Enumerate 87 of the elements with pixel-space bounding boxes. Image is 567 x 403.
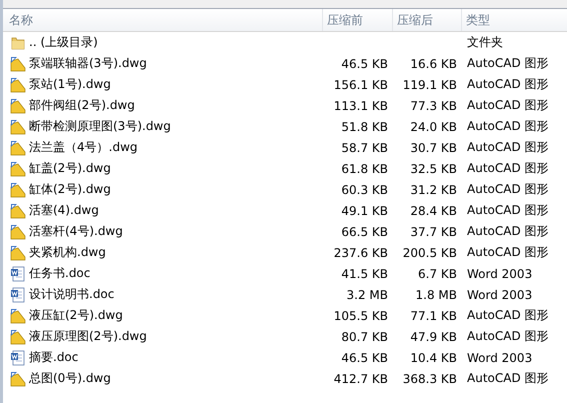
file-type: AutoCAD 图形	[466, 244, 550, 261]
file-type: AutoCAD 图形	[466, 370, 550, 387]
size-before: 60.3 KB	[340, 182, 389, 196]
drawing-file-icon	[10, 244, 26, 260]
size-after: 200.5 KB	[402, 246, 458, 260]
file-name[interactable]: 法兰盖（4号）.dwg	[29, 139, 138, 156]
folder-icon	[10, 34, 26, 50]
file-name[interactable]: 液压原理图(2号).dwg	[29, 328, 147, 345]
word-document-icon	[10, 286, 26, 302]
file-type: AutoCAD 图形	[466, 55, 550, 72]
file-name[interactable]: 活塞杆(4号).dwg	[29, 223, 123, 240]
drawing-file-icon	[10, 76, 26, 92]
file-name[interactable]: 摘要.doc	[29, 349, 78, 366]
size-before: 51.8 KB	[340, 120, 389, 134]
word-document-icon	[10, 350, 26, 366]
drawing-file-icon	[10, 140, 26, 156]
file-name[interactable]: 缸盖(2号).dwg	[29, 160, 111, 177]
size-before: 105.5 KB	[332, 308, 389, 322]
size-after: 119.1 KB	[402, 78, 458, 92]
drawing-file-icon	[10, 370, 26, 386]
file-name[interactable]: 缸体(2号).dwg	[29, 181, 111, 198]
size-before: 41.5 KB	[340, 266, 389, 280]
drawing-file-icon	[10, 98, 26, 114]
drawing-file-icon	[10, 56, 26, 72]
file-type: AutoCAD 图形	[466, 223, 550, 240]
file-type: Word 2003	[466, 266, 534, 280]
size-before: 66.5 KB	[340, 224, 389, 238]
file-type: Word 2003	[466, 288, 534, 302]
file-type: AutoCAD 图形	[466, 160, 550, 177]
file-name[interactable]: 部件阀组(2号).dwg	[29, 97, 135, 114]
size-after: 37.7 KB	[409, 224, 458, 238]
size-before: 46.5 KB	[340, 350, 389, 364]
size-after: 24.0 KB	[409, 120, 458, 134]
column-header[interactable]: 压缩前	[322, 9, 392, 31]
file-type: 文件夹	[466, 34, 504, 51]
file-name[interactable]: 总图(0号).dwg	[29, 370, 111, 387]
size-after: 1.8 MB	[414, 288, 458, 302]
file-type: AutoCAD 图形	[466, 97, 550, 114]
size-after: 6.7 KB	[417, 266, 458, 280]
file-name[interactable]: 夹紧机构.dwg	[29, 244, 106, 261]
size-before: 80.7 KB	[340, 330, 389, 344]
size-before: 58.7 KB	[340, 140, 389, 154]
file-type: Word 2003	[466, 350, 534, 364]
size-after: 77.1 KB	[409, 308, 458, 322]
size-after: 77.3 KB	[409, 98, 458, 112]
drawing-file-icon	[10, 224, 26, 240]
size-after: 31.2 KB	[409, 182, 458, 196]
size-after: 30.7 KB	[409, 140, 458, 154]
size-before: 49.1 KB	[340, 204, 389, 218]
file-name[interactable]: 泵站(1号).dwg	[29, 76, 111, 93]
size-after: 368.3 KB	[402, 372, 458, 386]
size-before: 46.5 KB	[340, 56, 389, 70]
size-before: 61.8 KB	[340, 162, 389, 176]
size-after: 47.9 KB	[409, 330, 458, 344]
file-name[interactable]: 任务书.doc	[29, 265, 90, 282]
file-name[interactable]: 断带检测原理图(3号).dwg	[29, 118, 171, 135]
size-before: 3.2 MB	[346, 288, 389, 302]
drawing-file-icon	[10, 328, 26, 344]
file-type: AutoCAD 图形	[466, 202, 550, 219]
size-before: 156.1 KB	[332, 78, 389, 92]
file-name[interactable]: 泵端联轴器(3号).dwg	[29, 55, 147, 72]
word-document-icon	[10, 266, 26, 282]
size-after: 16.6 KB	[409, 56, 458, 70]
column-header[interactable]: 类型	[461, 9, 567, 31]
file-name[interactable]: 活塞(4).dwg	[29, 202, 99, 219]
file-type: AutoCAD 图形	[466, 118, 550, 135]
size-before: 237.6 KB	[332, 246, 389, 260]
drawing-file-icon	[10, 308, 26, 324]
size-after: 10.4 KB	[409, 350, 458, 364]
drawing-file-icon	[10, 202, 26, 218]
file-type: AutoCAD 图形	[466, 328, 550, 345]
drawing-file-icon	[10, 182, 26, 198]
size-before: 113.1 KB	[332, 98, 389, 112]
size-after: 28.4 KB	[409, 204, 458, 218]
size-after: 32.5 KB	[409, 162, 458, 176]
file-name[interactable]: 液压缸(2号).dwg	[29, 307, 123, 324]
file-type: AutoCAD 图形	[466, 76, 550, 93]
file-name[interactable]: 设计说明书.doc	[29, 286, 114, 303]
file-type: AutoCAD 图形	[466, 307, 550, 324]
column-header[interactable]: 压缩后	[392, 9, 461, 31]
drawing-file-icon	[10, 118, 26, 134]
drawing-file-icon	[10, 160, 26, 176]
column-header[interactable]: 名称	[3, 9, 322, 31]
file-type: AutoCAD 图形	[466, 139, 550, 156]
file-name[interactable]: .. (上级目录)	[29, 34, 98, 51]
file-type: AutoCAD 图形	[466, 181, 550, 198]
size-before: 412.7 KB	[332, 372, 389, 386]
